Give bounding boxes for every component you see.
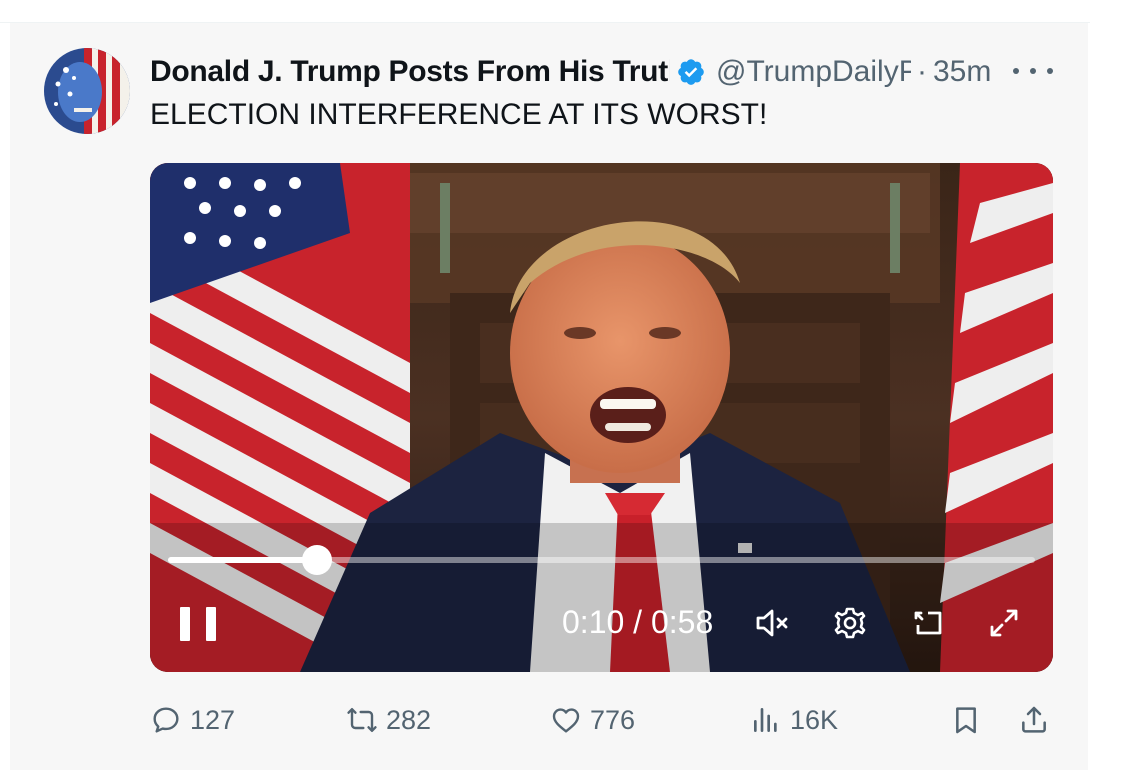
view-count: 16K xyxy=(790,704,839,735)
bookmark-icon xyxy=(956,707,976,734)
previous-post-edge xyxy=(0,0,1090,23)
share-button[interactable] xyxy=(1018,700,1050,740)
pause-icon[interactable] xyxy=(180,607,216,643)
page-gutter xyxy=(1090,0,1122,770)
views-bar-chart-icon xyxy=(754,708,777,732)
settings-gear-icon[interactable] xyxy=(830,603,870,643)
video-time-display: 0:10 / 0:58 xyxy=(562,604,714,640)
views-button[interactable]: 16K xyxy=(750,700,838,740)
volume-muted-icon[interactable] xyxy=(752,603,792,643)
reply-count: 127 xyxy=(190,704,236,735)
heart-icon xyxy=(552,708,580,733)
reply-bubble-icon xyxy=(153,707,179,733)
share-icon xyxy=(1022,706,1046,733)
video-player[interactable]: 0:10 / 0:58 xyxy=(150,163,1053,672)
display-name[interactable]: Donald J. Trump Posts From His Truth Soc… xyxy=(150,55,670,89)
tweet-text: ELECTION INTERFERENCE AT ITS WORST! xyxy=(150,98,768,131)
video-progress-fill xyxy=(168,557,318,563)
cast-icon[interactable] xyxy=(908,603,948,643)
repost-button[interactable]: 282 xyxy=(346,700,431,740)
avatar[interactable] xyxy=(44,48,130,134)
more-options-icon[interactable] xyxy=(1013,56,1053,86)
video-scrubber-handle[interactable] xyxy=(302,545,333,575)
video-progress-bar[interactable] xyxy=(168,545,1035,575)
user-handle[interactable]: @TrumpDailyPosts xyxy=(716,55,911,89)
like-button[interactable]: 776 xyxy=(550,700,635,740)
reply-button[interactable]: 127 xyxy=(150,700,235,740)
repost-count: 282 xyxy=(386,704,432,735)
fullscreen-icon[interactable] xyxy=(984,603,1024,643)
verified-badge-icon[interactable] xyxy=(676,57,706,87)
post-timestamp[interactable]: 35m xyxy=(933,55,991,89)
separator-dot: · xyxy=(917,55,927,88)
video-frame xyxy=(150,163,1053,672)
tweet-action-bar: 127 282 776 16K xyxy=(150,700,1055,740)
bookmark-button[interactable] xyxy=(950,700,982,740)
repost-icon xyxy=(347,708,377,732)
like-count: 776 xyxy=(590,704,636,735)
tweet-header: Donald J. Trump Posts From His Truth Soc… xyxy=(150,52,1055,92)
